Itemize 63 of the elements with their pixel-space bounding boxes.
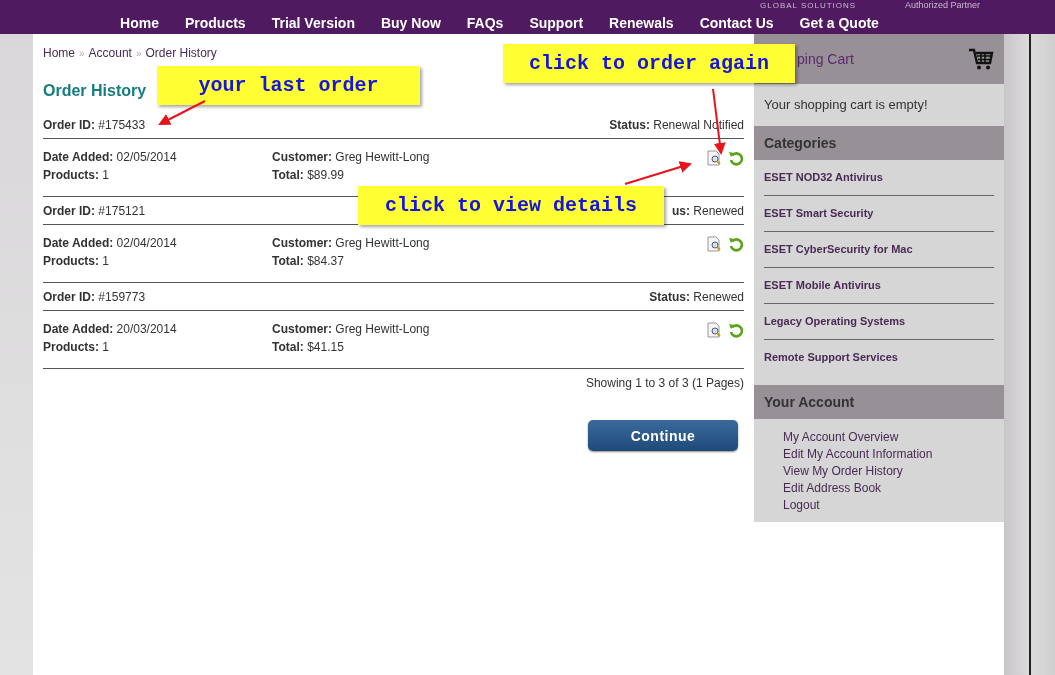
order-status: us: Renewed bbox=[671, 204, 744, 218]
callout-arrow bbox=[158, 100, 206, 125]
category-link[interactable]: Remote Support Services bbox=[764, 351, 898, 363]
order-id: Order ID: #159773 bbox=[43, 290, 146, 304]
nav-link[interactable]: Support bbox=[516, 15, 597, 31]
cart-icon[interactable] bbox=[968, 47, 994, 71]
callout-note: click to order again bbox=[503, 44, 795, 83]
breadcrumb-item[interactable]: Account bbox=[88, 46, 132, 60]
category-link[interactable]: Legacy Operating Systems bbox=[764, 315, 906, 327]
sidebar-menu-link[interactable]: View My Order History bbox=[783, 464, 903, 478]
view-details-icon[interactable] bbox=[706, 150, 722, 166]
customer-name: Customer: Greg Hewitt-Long bbox=[272, 150, 430, 164]
category-link[interactable]: ESET Mobile Antivirus bbox=[764, 279, 881, 291]
breadcrumb-item[interactable]: Order History bbox=[145, 46, 217, 60]
customer-name: Customer: Greg Hewitt-Long bbox=[272, 322, 430, 336]
nav-link[interactable]: Buy Now bbox=[367, 15, 454, 31]
page-title: Order History bbox=[43, 82, 147, 100]
product-count: Products: 1 bbox=[43, 168, 110, 182]
breadcrumb-item[interactable]: Home bbox=[43, 46, 75, 60]
order-status: Status: Renewed bbox=[649, 290, 744, 304]
cart-title: ping Cart bbox=[797, 51, 854, 67]
category-link[interactable]: ESET CyberSecurity for Mac bbox=[764, 243, 913, 255]
breadcrumb-separator: » bbox=[79, 47, 85, 59]
partner-label: Authorized Partner bbox=[905, 1, 981, 10]
categories-heading: Categories bbox=[764, 135, 837, 151]
product-count: Products: 1 bbox=[43, 254, 110, 268]
category-link[interactable]: ESET Smart Security bbox=[764, 207, 874, 219]
sidebar-menu-link[interactable]: Logout bbox=[783, 498, 820, 512]
sidebar-menu-link[interactable]: My Account Overview bbox=[783, 430, 899, 444]
brand-tagline: GLOBAL SOLUTIONS bbox=[760, 1, 857, 10]
date-added: Date Added: 02/05/2014 bbox=[43, 150, 177, 164]
callout-note: your last order bbox=[157, 66, 420, 105]
pagination-info: Showing 1 to 3 of 3 (1 Pages) bbox=[585, 376, 744, 390]
view-details-icon[interactable] bbox=[706, 322, 722, 338]
nav-link[interactable]: FAQs bbox=[453, 15, 517, 31]
order-id: Order ID: #175433 bbox=[43, 118, 146, 132]
sidebar-menu-link[interactable]: Edit My Account Information bbox=[783, 447, 933, 461]
nav-link[interactable]: Products bbox=[172, 15, 259, 31]
account-heading: Your Account bbox=[764, 394, 855, 410]
order-id: Order ID: #175121 bbox=[43, 204, 146, 218]
date-added: Date Added: 02/04/2014 bbox=[43, 236, 177, 250]
nav-link[interactable]: Home bbox=[107, 15, 172, 31]
category-link[interactable]: ESET NOD32 Antivirus bbox=[764, 171, 883, 183]
sidebar-menu-link[interactable]: Edit Address Book bbox=[783, 481, 882, 495]
reorder-icon[interactable] bbox=[728, 150, 744, 166]
callout-arrow bbox=[624, 161, 692, 185]
reorder-icon[interactable] bbox=[728, 322, 744, 338]
nav-link[interactable]: Trial Version bbox=[258, 15, 368, 31]
order-total: Total: $89.99 bbox=[272, 168, 344, 182]
order-total: Total: $41.15 bbox=[272, 340, 344, 354]
view-details-icon[interactable] bbox=[706, 236, 722, 252]
continue-button[interactable]: Continue bbox=[588, 420, 738, 451]
date-added: Date Added: 20/03/2014 bbox=[43, 322, 177, 336]
callout-note: click to view details bbox=[358, 186, 664, 225]
cart-empty-message: Your shopping cart is empty! bbox=[764, 97, 928, 112]
nav-link[interactable]: Contact Us bbox=[686, 15, 787, 31]
customer-name: Customer: Greg Hewitt-Long bbox=[272, 236, 430, 250]
order-total: Total: $84.37 bbox=[272, 254, 344, 268]
nav-link[interactable]: Get a Quote bbox=[786, 15, 892, 31]
reorder-icon[interactable] bbox=[728, 236, 744, 252]
product-count: Products: 1 bbox=[43, 340, 110, 354]
breadcrumb-separator: » bbox=[135, 47, 142, 59]
nav-link[interactable]: Renewals bbox=[596, 15, 687, 31]
